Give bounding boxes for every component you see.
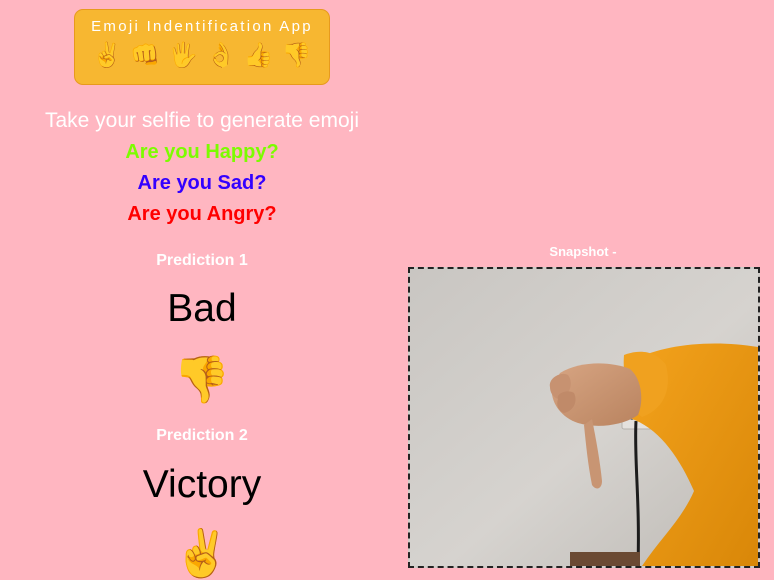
raised-hand-emoji-icon: 🖐️ (168, 41, 198, 69)
thumbs-down-emoji-icon: 👎 (281, 41, 312, 69)
prediction-2-value: Victory (142, 463, 262, 506)
prediction-2-emoji-icon: ✌️ (173, 526, 231, 580)
header-emoji-row: ✌️ 👊 🖐️ 👌 👍 👎 (75, 40, 329, 70)
app-header-card: Emoji Indentification App ✌️ 👊 🖐️ 👌 👍 👎 (74, 9, 330, 85)
app-title: Emoji Indentification App (91, 18, 313, 35)
happy-question: Are you Happy? (125, 141, 279, 163)
prediction-1-label: Prediction 1 (156, 252, 248, 269)
prediction-2-label: Prediction 2 (156, 427, 248, 444)
thumbs-up-emoji-icon: 👍 (243, 41, 274, 69)
fist-emoji-icon: 👊 (130, 41, 161, 69)
victory-emoji-icon: ✌️ (92, 41, 123, 69)
prediction-1-emoji-icon: 👎 (173, 352, 231, 406)
selfie-tagline: Take your selfie to generate emoji (44, 109, 359, 132)
angry-question: Are you Angry? (127, 203, 277, 225)
sad-question: Are you Sad? (137, 172, 267, 194)
snapshot-label: Snapshot - (549, 244, 617, 259)
prediction-1-value: Bad (167, 287, 237, 330)
snapshot-photo-thumbs-down (410, 269, 758, 566)
ok-hand-emoji-icon: 👌 (206, 41, 236, 69)
snapshot-image (408, 267, 760, 568)
